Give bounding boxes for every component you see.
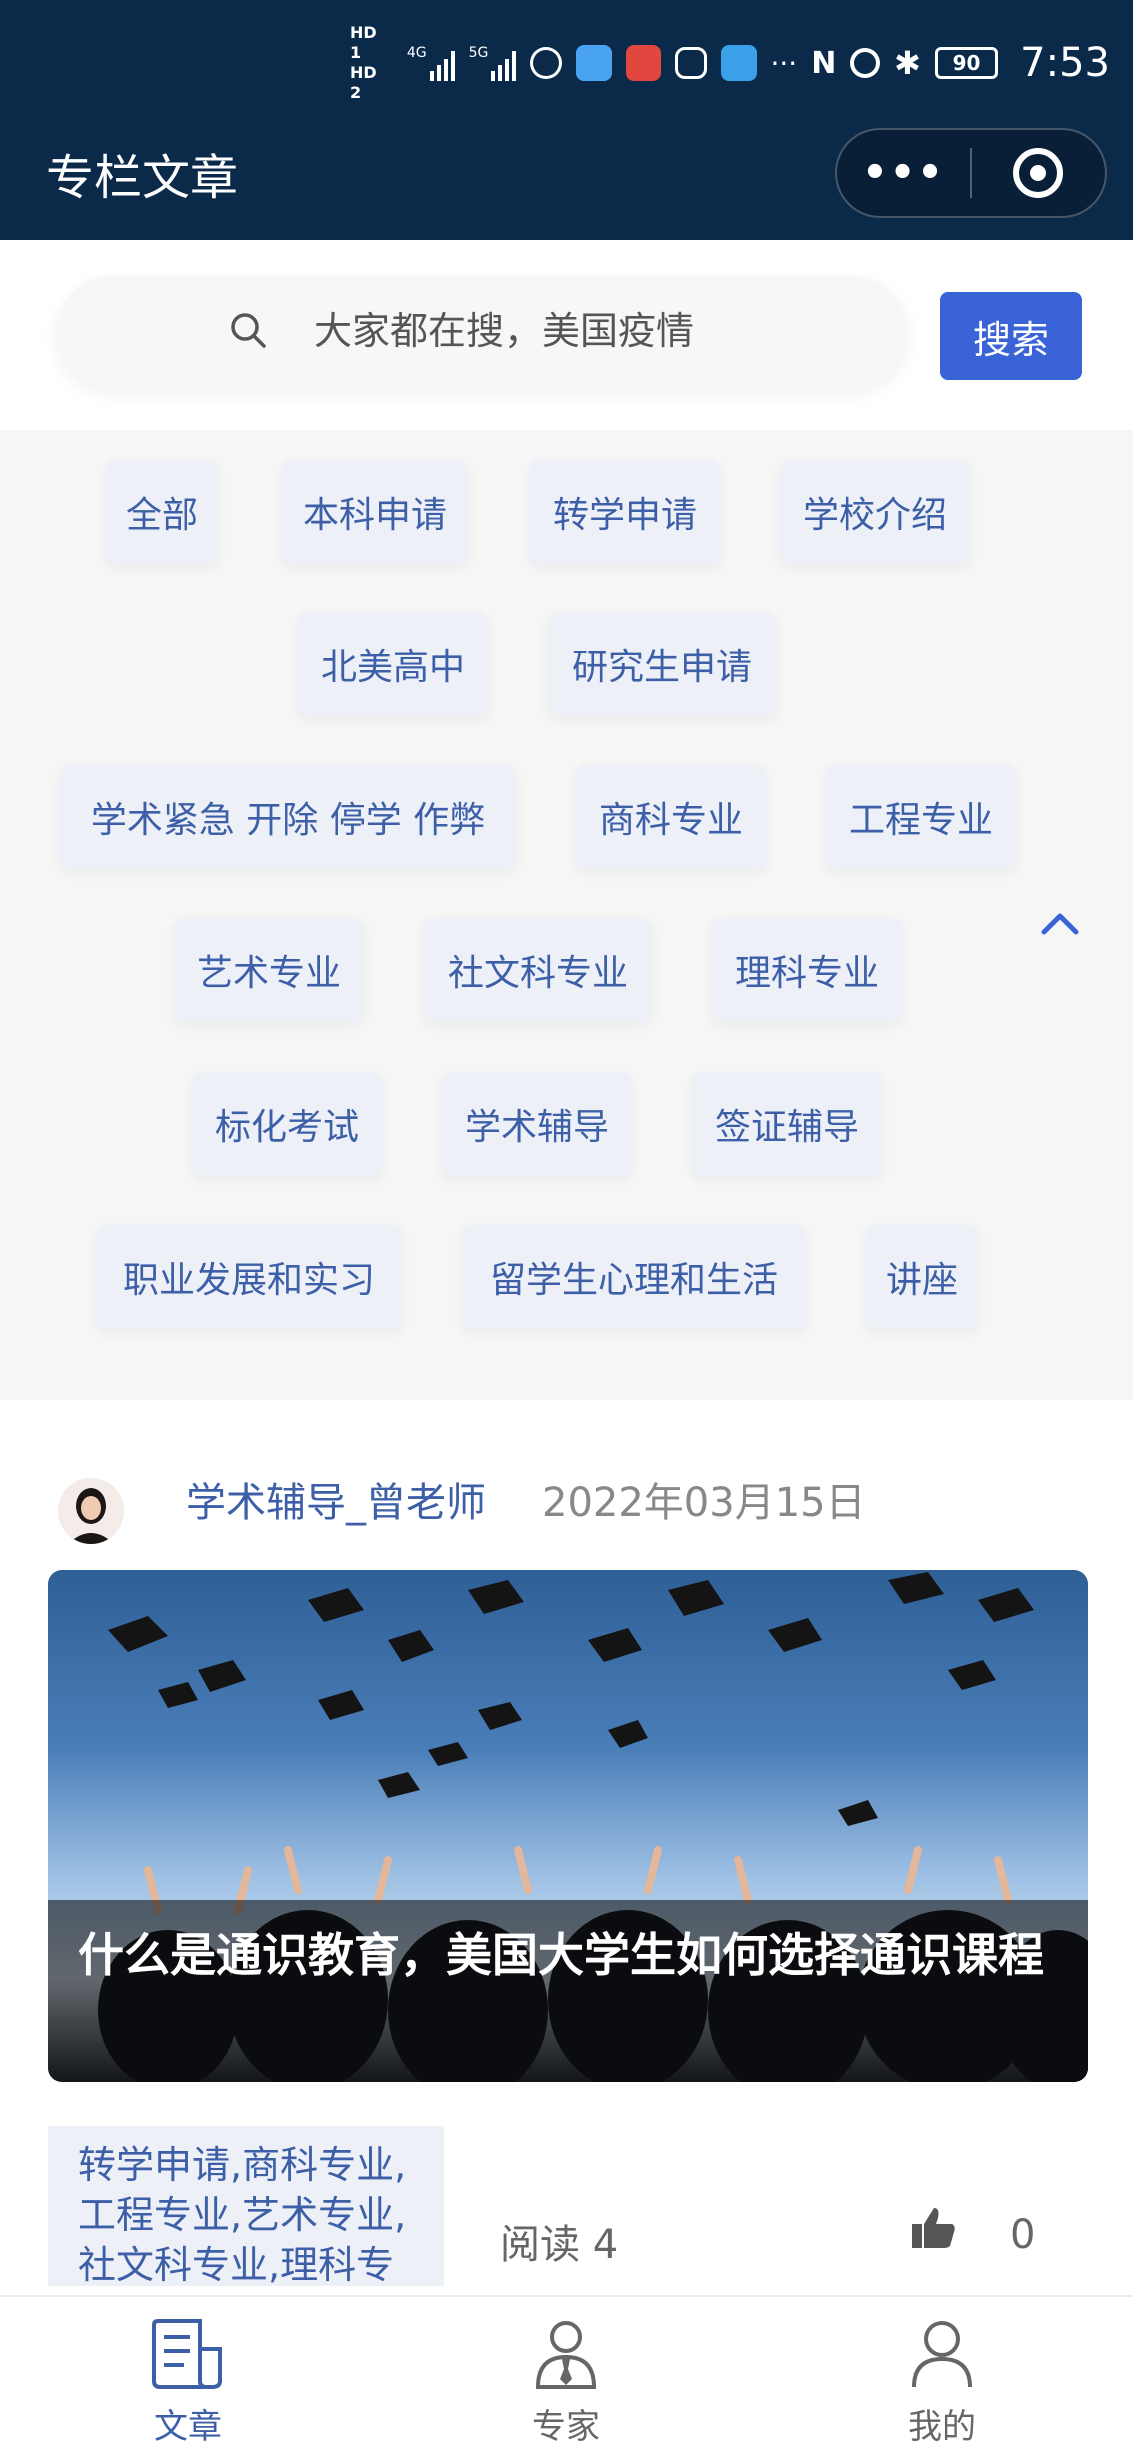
tab-mine[interactable]: 我的: [842, 2297, 1042, 2453]
category-tag-academic-emergency[interactable]: 学术紧急 开除 停学 作弊: [60, 765, 516, 869]
tab-experts-label: 专家: [532, 2407, 600, 2447]
more-dots-icon[interactable]: •••: [837, 150, 970, 196]
category-tag-transfer[interactable]: 转学申请: [530, 460, 720, 564]
app-hand-icon: [675, 47, 707, 79]
miniapp-capsule: •••: [835, 128, 1107, 218]
category-tag-engineering[interactable]: 工程专业: [826, 765, 1016, 869]
user-profile-icon: [912, 2321, 972, 2388]
article-card[interactable]: 什么是通识教育，美国大学生如何选择通识课程: [48, 1570, 1088, 2082]
status-bar: HD 1 HD 2 4G 5G ··· N ✱ 90 7:53: [350, 23, 1110, 102]
category-tag-lecture[interactable]: 讲座: [866, 1225, 978, 1329]
search-bar: 搜索: [0, 240, 1133, 430]
hd1-label: HD 1: [350, 23, 377, 62]
category-tag-tutoring[interactable]: 学术辅导: [442, 1072, 632, 1176]
category-tag-school[interactable]: 学校介绍: [780, 460, 970, 564]
target-close-icon: [1013, 148, 1064, 198]
category-tag-standardized-test[interactable]: 标化考试: [192, 1072, 382, 1176]
category-tag-social-science[interactable]: 社文科专业: [424, 918, 652, 1022]
category-panel: 全部 本科申请 转学申请 学校介绍 北美高中 研究生申请 学术紧急 开除 停学 …: [0, 430, 1133, 1400]
like-count: 0: [1010, 2212, 1036, 2258]
article-title[interactable]: 什么是通识教育，美国大学生如何选择通识课程: [78, 1922, 1078, 1988]
article-doc-icon: [152, 2319, 222, 2389]
author-name[interactable]: 学术辅导_曾老师: [186, 1470, 486, 1528]
tab-mine-label: 我的: [908, 2407, 976, 2447]
network-2-label: 5G: [468, 45, 489, 61]
search-box[interactable]: [56, 276, 908, 388]
app-cloud-icon: [720, 45, 757, 81]
app-message-icon: [576, 45, 612, 81]
hd-indicator: HD 1 HD 2: [350, 23, 393, 103]
category-tag-art[interactable]: 艺术专业: [174, 918, 364, 1022]
more-notifications-icon: ···: [770, 46, 798, 80]
thumbs-up-icon[interactable]: [910, 2204, 958, 2252]
alarm-icon: [850, 48, 881, 78]
category-tag-all[interactable]: 全部: [106, 460, 218, 564]
publish-date: 2022年03月15日: [542, 1480, 866, 1526]
signal-5g-icon: 5G: [469, 45, 517, 81]
nfc-icon: N: [811, 45, 837, 81]
category-tag-highschool[interactable]: 北美高中: [298, 612, 488, 716]
app-globe-icon: [530, 47, 563, 79]
network-1-label: 4G: [406, 45, 427, 61]
article-tags: 转学申请,商科专业,工程专业,艺术专业,社文科专业,理科专: [48, 2126, 444, 2286]
article-author-row: 学术辅导_曾老师 2022年03月15日: [0, 1400, 1133, 1570]
article-meta-row: 转学申请,商科专业,工程专业,艺术专业,社文科专业,理科专 阅读 4 0: [0, 2082, 1133, 2297]
category-tag-life[interactable]: 留学生心理和生活: [462, 1225, 806, 1329]
search-input[interactable]: [314, 300, 874, 362]
page-title: 专栏文章: [46, 150, 239, 206]
search-button[interactable]: 搜索: [940, 292, 1082, 380]
collapse-chevron-up-icon[interactable]: [1036, 900, 1084, 948]
avatar[interactable]: [58, 1478, 124, 1544]
read-count: 阅读 4: [500, 2222, 619, 2268]
search-icon: [231, 313, 266, 348]
bluetooth-icon: ✱: [894, 44, 921, 82]
tab-articles-label: 文章: [154, 2407, 222, 2447]
tab-articles[interactable]: 文章: [88, 2297, 288, 2453]
bottom-nav: 文章 专家 我的: [0, 2295, 1133, 2453]
app-book-icon: [625, 45, 662, 81]
category-tag-graduate[interactable]: 研究生申请: [548, 612, 776, 716]
clock-time: 7:53: [1020, 40, 1110, 86]
battery-icon: 90: [934, 47, 999, 79]
category-tag-undergrad[interactable]: 本科申请: [282, 460, 468, 564]
close-button[interactable]: [972, 148, 1105, 198]
top-header: HD 1 HD 2 4G 5G ··· N ✱ 90 7:53 专栏文章 •••: [0, 0, 1133, 240]
expert-person-icon: [535, 2321, 597, 2389]
tab-experts[interactable]: 专家: [466, 2297, 666, 2453]
category-tag-business[interactable]: 商科专业: [576, 765, 766, 869]
category-tag-science[interactable]: 理科专业: [712, 918, 902, 1022]
hd2-label: HD 2: [350, 63, 377, 102]
signal-4g-icon: 4G: [407, 45, 455, 81]
category-tag-visa[interactable]: 签证辅导: [692, 1072, 882, 1176]
category-tag-career[interactable]: 职业发展和实习: [96, 1225, 402, 1329]
